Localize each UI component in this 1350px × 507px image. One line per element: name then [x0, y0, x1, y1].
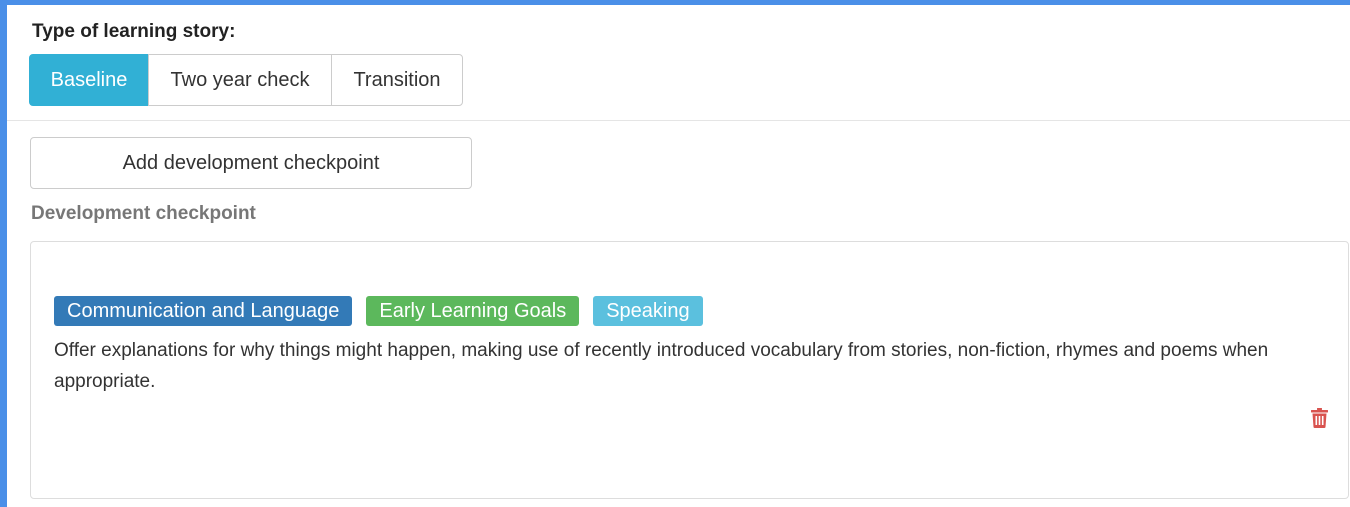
development-checkpoint-heading: Development checkpoint	[31, 203, 256, 224]
story-type-two-year-check-button[interactable]: Two year check	[148, 54, 332, 106]
trash-icon[interactable]	[1311, 408, 1328, 428]
learning-story-panel: Type of learning story: Baseline Two yea…	[7, 5, 1350, 507]
section-divider	[7, 120, 1350, 121]
story-type-transition-button[interactable]: Transition	[331, 54, 463, 106]
story-type-toggle: Baseline Two year check Transition	[29, 54, 463, 106]
story-type-label: Type of learning story:	[32, 21, 236, 42]
tag-early-learning-goals: Early Learning Goals	[366, 296, 580, 326]
tag-communication-and-language: Communication and Language	[54, 296, 353, 326]
add-development-checkpoint-button[interactable]: Add development checkpoint	[30, 137, 472, 189]
story-type-baseline-button[interactable]: Baseline	[29, 54, 149, 106]
tag-speaking: Speaking	[593, 296, 703, 326]
checkpoint-tags: Communication and Language Early Learnin…	[54, 296, 717, 326]
development-checkpoint-card: Communication and Language Early Learnin…	[30, 241, 1349, 499]
checkpoint-description: Offer explanations for why things might …	[54, 340, 1269, 392]
